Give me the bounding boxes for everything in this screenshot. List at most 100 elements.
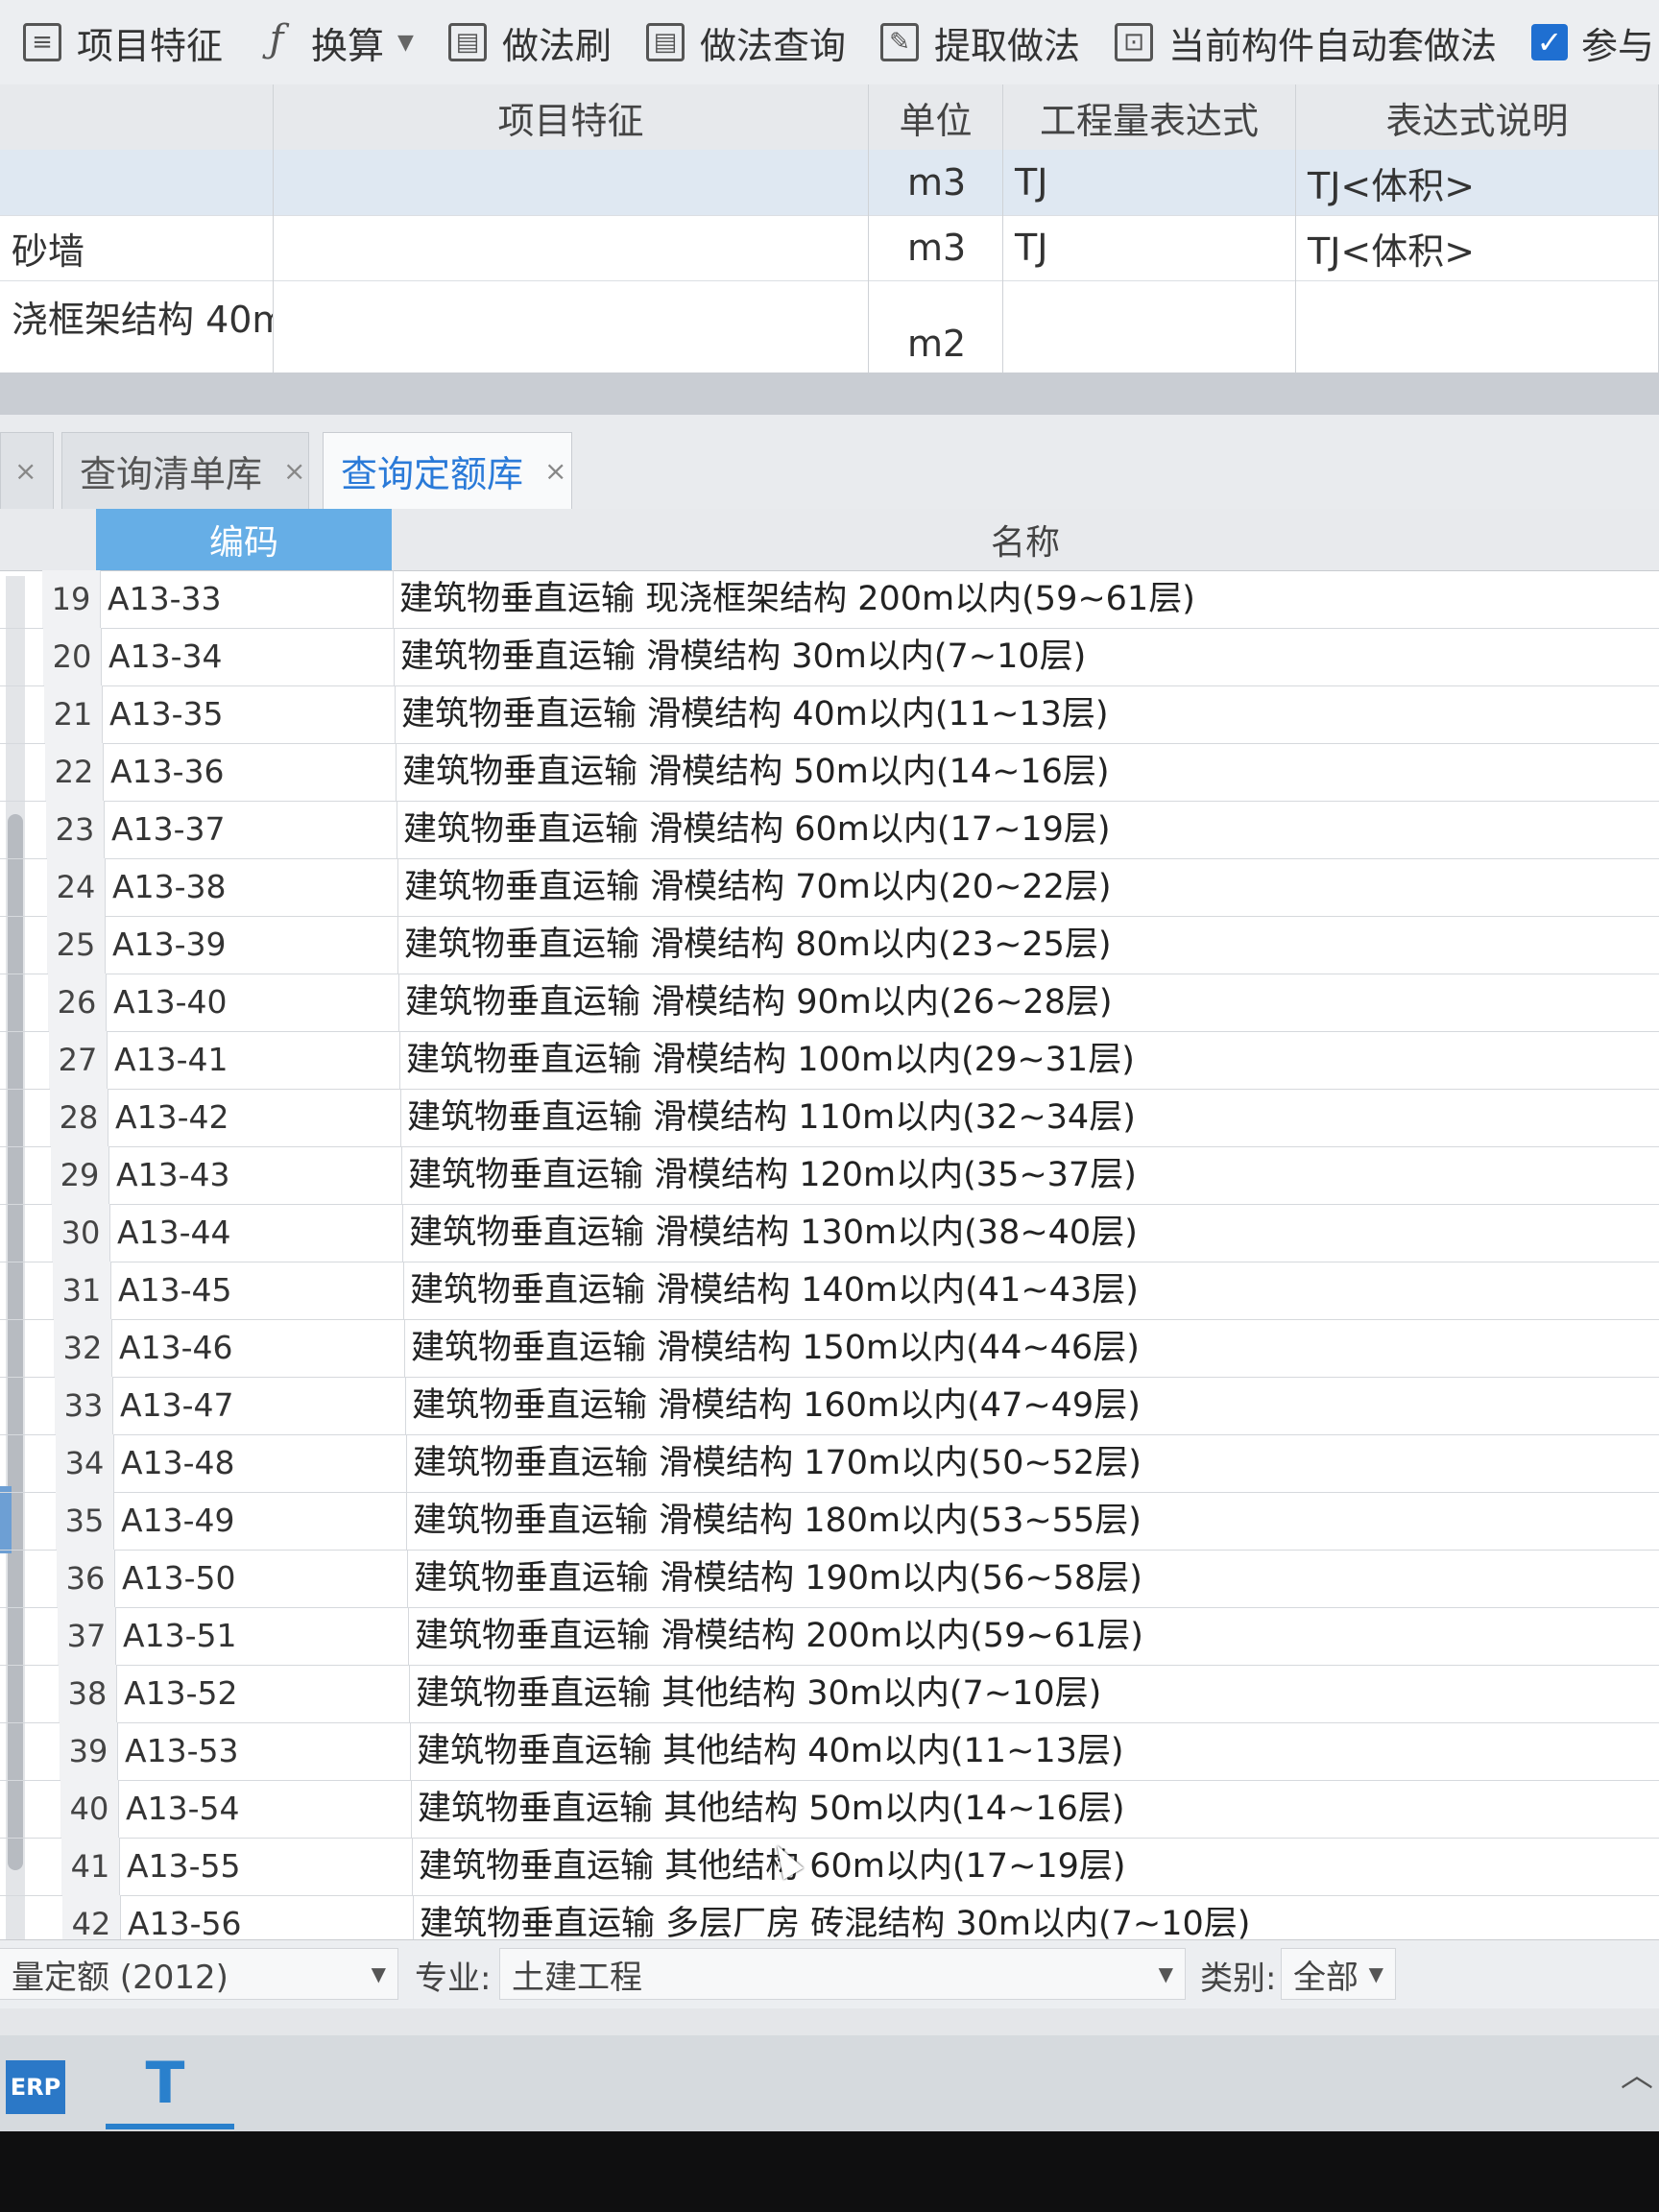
unit-column-header[interactable]: 单位 [869, 84, 1003, 150]
table-row[interactable]: 25 A13-39 建筑物垂直运输 滑模结构 80m以内(23~25层) [0, 916, 1659, 974]
chevron-up-icon[interactable]: ︿ [1621, 2049, 1659, 2095]
quota-library-select[interactable]: 量定额 (2012) ▼ [0, 1948, 398, 2000]
method-row[interactable]: m3 TJ TJ<体积> [0, 150, 1659, 216]
quota-code[interactable]: A13-36 [108, 743, 397, 801]
quota-code[interactable]: A13-39 [110, 916, 398, 974]
quota-name[interactable]: 建筑物垂直运输 滑模结构 130m以内(38~40层) [409, 1204, 1138, 1262]
t-app-icon[interactable]: T [134, 2053, 196, 2114]
quota-code[interactable]: A13-54 [124, 1780, 412, 1838]
quota-code[interactable]: A13-52 [122, 1665, 410, 1722]
quota-code[interactable]: A13-55 [125, 1838, 413, 1895]
row-unit[interactable]: m3 [869, 215, 1003, 280]
quota-name[interactable]: 建筑物垂直运输 滑模结构 120m以内(35~37层) [408, 1146, 1137, 1204]
row-feature[interactable] [274, 280, 869, 373]
quota-code[interactable]: A13-50 [120, 1550, 408, 1607]
quota-name[interactable]: 建筑物垂直运输 其他结构 40m以内(11~13层) [417, 1722, 1124, 1780]
quota-name[interactable]: 建筑物垂直运输 滑模结构 200m以内(59~61层) [415, 1607, 1143, 1665]
quota-code[interactable]: A13-49 [119, 1492, 407, 1550]
close-icon[interactable]: × [283, 455, 305, 487]
table-row[interactable]: 26 A13-40 建筑物垂直运输 滑模结构 90m以内(26~28层) [0, 974, 1659, 1032]
table-row[interactable]: 27 A13-41 建筑物垂直运输 滑模结构 100m以内(29~31层) [0, 1031, 1659, 1090]
table-row[interactable]: 41 A13-55 建筑物垂直运输 其他结构 60m以内(17~19层) [0, 1838, 1659, 1896]
quota-name[interactable]: 建筑物垂直运输 滑模结构 40m以内(11~13层) [401, 685, 1109, 743]
table-row[interactable]: 39 A13-53 建筑物垂直运输 其他结构 40m以内(11~13层) [0, 1722, 1659, 1781]
quota-name[interactable]: 建筑物垂直运输 其他结构 50m以内(14~16层) [418, 1780, 1125, 1838]
table-row[interactable]: 31 A13-45 建筑物垂直运输 滑模结构 140m以内(41~43层) [0, 1262, 1659, 1320]
quota-name[interactable]: 建筑物垂直运输 滑模结构 180m以内(53~55层) [413, 1492, 1142, 1550]
quota-name[interactable]: 建筑物垂直运输 滑模结构 190m以内(56~58层) [414, 1550, 1142, 1607]
quota-code[interactable]: A13-33 [106, 570, 394, 628]
expr-column-header[interactable]: 工程量表达式 [1003, 84, 1296, 150]
table-row[interactable]: 32 A13-46 建筑物垂直运输 滑模结构 150m以内(44~46层) [0, 1319, 1659, 1378]
quota-code[interactable]: A13-53 [123, 1722, 411, 1780]
project-feature-button[interactable]: ≡ 项目特征 [0, 9, 240, 76]
quota-code[interactable]: A13-56 [126, 1895, 414, 1939]
table-row[interactable]: 19 A13-33 建筑物垂直运输 现浇框架结构 200m以内(59~61层) [0, 570, 1659, 629]
row-unit[interactable]: m3 [869, 150, 1003, 215]
quota-name[interactable]: 建筑物垂直运输 滑模结构 110m以内(32~34层) [407, 1089, 1136, 1146]
table-row[interactable]: 30 A13-44 建筑物垂直运输 滑模结构 130m以内(38~40层) [0, 1204, 1659, 1262]
quota-name[interactable]: 建筑物垂直运输 滑模结构 70m以内(20~22层) [404, 858, 1112, 916]
quota-name[interactable]: 建筑物垂直运输 现浇框架结构 200m以内(59~61层) [399, 570, 1195, 628]
quota-code[interactable]: A13-44 [115, 1204, 403, 1262]
erp-app-icon[interactable]: ERP [6, 2060, 65, 2114]
close-icon[interactable]: × [544, 455, 566, 487]
table-row[interactable]: 21 A13-35 建筑物垂直运输 滑模结构 40m以内(11~13层) [0, 685, 1659, 744]
participate-checkbox[interactable]: ✓ 参与 [1514, 9, 1659, 76]
quota-name[interactable]: 建筑物垂直运输 滑模结构 90m以内(26~28层) [405, 974, 1113, 1031]
quota-name[interactable]: 建筑物垂直运输 滑模结构 50m以内(14~16层) [402, 743, 1110, 801]
tab-quota-library[interactable]: 查询定额库 × [323, 432, 572, 509]
quota-name[interactable]: 建筑物垂直运输 滑模结构 80m以内(23~25层) [404, 916, 1112, 974]
extract-method-button[interactable]: ✎ 提取做法 [863, 9, 1097, 76]
quota-code[interactable]: A13-34 [107, 628, 395, 685]
method-row[interactable]: 砂墙 m3 TJ TJ<体积> [0, 215, 1659, 281]
table-row[interactable]: 28 A13-42 建筑物垂直运输 滑模结构 110m以内(32~34层) [0, 1089, 1659, 1147]
quota-name[interactable]: 建筑物垂直运输 滑模结构 140m以内(41~43层) [410, 1262, 1139, 1319]
row-feature[interactable] [274, 215, 869, 280]
tab-previous[interactable]: × [0, 432, 54, 509]
quota-name[interactable]: 建筑物垂直运输 滑模结构 100m以内(29~31层) [406, 1031, 1135, 1089]
table-row[interactable]: 29 A13-43 建筑物垂直运输 滑模结构 120m以内(35~37层) [0, 1146, 1659, 1205]
table-row[interactable]: 40 A13-54 建筑物垂直运输 其他结构 50m以内(14~16层) [0, 1780, 1659, 1839]
quota-code[interactable]: A13-42 [113, 1089, 401, 1146]
table-row[interactable]: 22 A13-36 建筑物垂直运输 滑模结构 50m以内(14~16层) [0, 743, 1659, 802]
table-row[interactable]: 24 A13-38 建筑物垂直运输 滑模结构 70m以内(20~22层) [0, 858, 1659, 917]
name-column-header[interactable]: 名称 [392, 509, 1659, 570]
quota-name[interactable]: 建筑物垂直运输 滑模结构 30m以内(7~10层) [400, 628, 1086, 685]
quota-name[interactable]: 建筑物垂直运输 滑模结构 160m以内(47~49层) [412, 1377, 1141, 1434]
quota-name[interactable]: 建筑物垂直运输 其他结构 60m以内(17~19层) [419, 1838, 1126, 1895]
close-icon[interactable]: × [14, 455, 36, 487]
table-row[interactable]: 36 A13-50 建筑物垂直运输 滑模结构 190m以内(56~58层) [0, 1550, 1659, 1608]
quota-code[interactable]: A13-41 [112, 1031, 400, 1089]
quota-code[interactable]: A13-51 [121, 1607, 409, 1665]
table-row[interactable]: 37 A13-51 建筑物垂直运输 滑模结构 200m以内(59~61层) [0, 1607, 1659, 1666]
name-column-header[interactable] [0, 84, 274, 150]
row-expr[interactable]: TJ [1003, 215, 1296, 280]
row-feature[interactable] [274, 150, 869, 215]
desc-column-header[interactable]: 表达式说明 [1296, 84, 1659, 150]
major-select[interactable]: 土建工程 ▼ [499, 1948, 1186, 2000]
quota-name[interactable]: 建筑物垂直运输 其他结构 30m以内(7~10层) [416, 1665, 1101, 1722]
table-row[interactable]: 38 A13-52 建筑物垂直运输 其他结构 30m以内(7~10层) [0, 1665, 1659, 1723]
table-row[interactable]: 23 A13-37 建筑物垂直运输 滑模结构 60m以内(17~19层) [0, 801, 1659, 859]
quota-code[interactable]: A13-40 [111, 974, 399, 1031]
table-row[interactable]: 35 A13-49 建筑物垂直运输 滑模结构 180m以内(53~55层) [0, 1492, 1659, 1551]
feature-column-header[interactable]: 项目特征 [274, 84, 869, 150]
table-row[interactable]: 34 A13-48 建筑物垂直运输 滑模结构 170m以内(50~52层) [0, 1434, 1659, 1493]
auto-apply-button[interactable]: ⊡ 当前构件自动套做法 [1097, 9, 1514, 76]
quota-code[interactable]: A13-38 [110, 858, 398, 916]
row-expr[interactable]: TJ [1003, 150, 1296, 215]
quota-code[interactable]: A13-43 [114, 1146, 402, 1204]
tab-bill-library[interactable]: 查询清单库 × [61, 432, 309, 509]
quota-name[interactable]: 建筑物垂直运输 滑模结构 170m以内(50~52层) [413, 1434, 1142, 1492]
table-row[interactable]: 33 A13-47 建筑物垂直运输 滑模结构 160m以内(47~49层) [0, 1377, 1659, 1435]
method-query-button[interactable]: ▤ 做法查询 [629, 9, 863, 76]
quota-name[interactable]: 建筑物垂直运输 滑模结构 60m以内(17~19层) [403, 801, 1111, 858]
method-brush-button[interactable]: ▤ 做法刷 [431, 9, 629, 76]
quota-name[interactable]: 建筑物垂直运输 多层厂房 砖混结构 30m以内(7~10层) [420, 1895, 1250, 1939]
quota-code[interactable]: A13-46 [117, 1319, 405, 1377]
table-row[interactable]: 42 A13-56 建筑物垂直运输 多层厂房 砖混结构 30m以内(7~10层) [0, 1895, 1659, 1939]
quota-code[interactable]: A13-37 [109, 801, 397, 858]
method-row[interactable]: 浇框架结构 40m m2 [0, 280, 1659, 373]
row-expr[interactable] [1003, 280, 1296, 373]
